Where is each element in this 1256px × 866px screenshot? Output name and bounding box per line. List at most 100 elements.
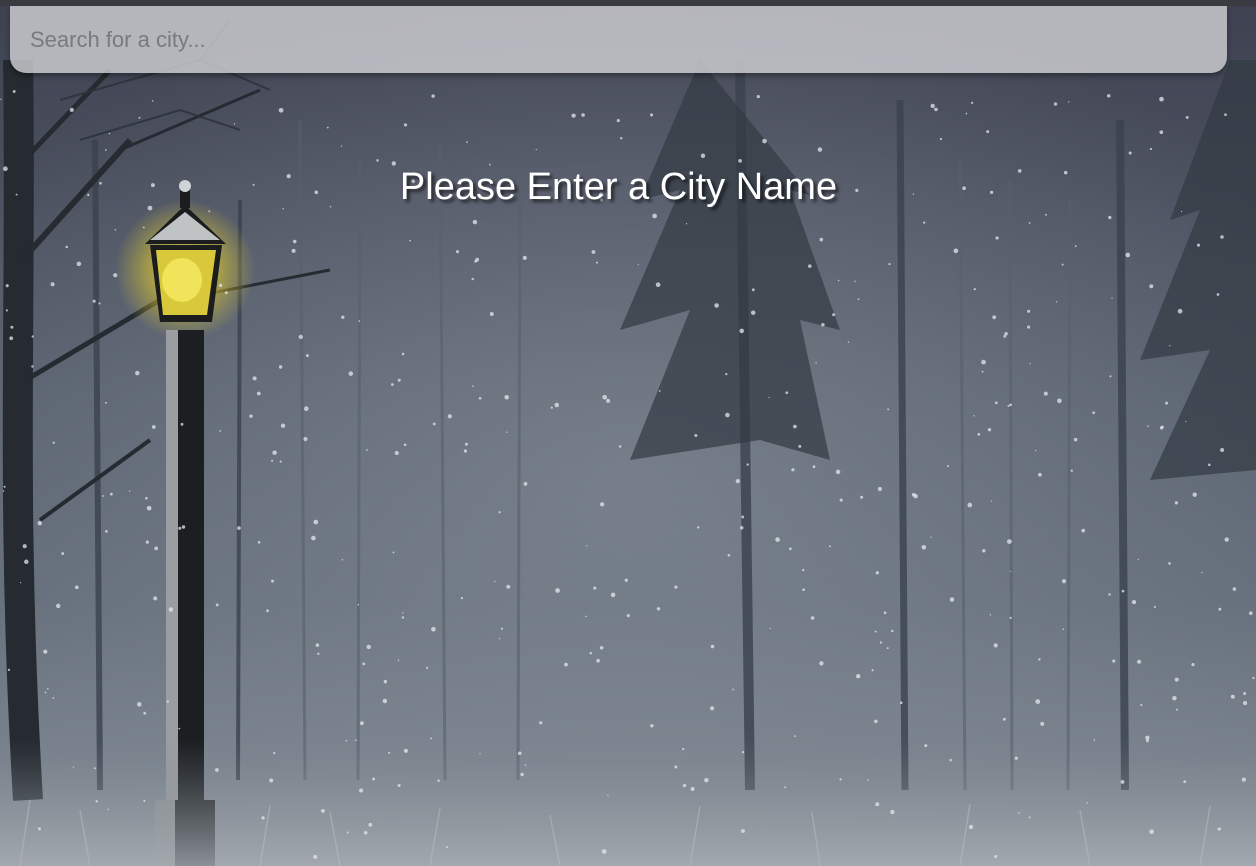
snowflake <box>987 428 992 432</box>
snowflake <box>1009 570 1012 572</box>
snowflake <box>879 641 883 644</box>
snowflake <box>460 597 463 600</box>
snowflake <box>279 460 282 463</box>
snowflake <box>311 535 316 541</box>
snowflake <box>837 279 840 282</box>
snowflake <box>391 383 394 386</box>
snowflake <box>1185 115 1189 119</box>
snowflake <box>618 445 622 448</box>
snowflake <box>1081 528 1086 533</box>
snowflake <box>1073 437 1078 442</box>
snowflake <box>31 335 34 338</box>
snowflake <box>1168 562 1171 565</box>
snowflake <box>1004 331 1008 336</box>
snowflake <box>298 334 303 340</box>
snowflake <box>128 490 131 492</box>
snowflake <box>599 646 604 650</box>
snowflake <box>498 638 501 640</box>
snowflake <box>153 596 158 601</box>
city-search-input[interactable] <box>10 6 1227 73</box>
snowflake <box>269 778 274 783</box>
snowflake <box>249 414 253 418</box>
snowflake <box>358 320 361 322</box>
snowflake <box>1074 245 1077 248</box>
snowflake <box>55 603 61 609</box>
snowflake <box>437 779 440 782</box>
snowflake <box>971 101 974 104</box>
snowflake <box>22 544 27 549</box>
snowflake <box>1121 589 1125 593</box>
snowflake <box>725 372 728 376</box>
snowflake <box>391 161 396 166</box>
snowflake <box>808 264 812 268</box>
snowflake <box>857 298 860 301</box>
snowflake <box>474 260 477 263</box>
snowflake <box>69 107 74 113</box>
snowflake <box>135 370 140 376</box>
snowflake <box>798 444 802 448</box>
snowflake <box>875 802 880 807</box>
snowflake <box>271 459 274 462</box>
snowflake <box>690 787 695 791</box>
snowflake <box>137 702 142 707</box>
snowflake <box>1007 405 1010 407</box>
snowflake <box>1176 708 1178 711</box>
snowflake <box>1108 215 1112 220</box>
snowflake <box>113 273 118 278</box>
snowflake <box>1027 309 1031 313</box>
snowflake <box>741 750 745 754</box>
snowflake <box>883 611 887 615</box>
snowflake <box>0 98 2 101</box>
snowflake <box>555 588 560 593</box>
snowflake <box>934 107 938 112</box>
snowflake <box>727 553 731 557</box>
snowflake <box>1053 102 1058 106</box>
snowflake <box>403 123 408 127</box>
snowflake <box>939 137 942 141</box>
snowflake <box>949 758 952 762</box>
snowflake <box>1027 325 1031 329</box>
snowflake <box>791 468 795 472</box>
snowflake <box>732 688 735 691</box>
snowflake <box>1061 579 1067 584</box>
snowflake <box>107 808 110 811</box>
snowflake <box>1217 827 1221 831</box>
snowflake <box>383 679 388 684</box>
snowflake <box>102 495 104 497</box>
snowflake <box>218 283 223 288</box>
snowflake <box>1220 235 1224 239</box>
snowflake <box>105 530 108 533</box>
snowflake <box>257 541 261 544</box>
snowflake <box>607 794 609 797</box>
snowflake <box>357 603 360 606</box>
snowflake <box>382 698 388 704</box>
snowflake <box>1093 739 1096 741</box>
snowflake <box>237 526 241 530</box>
snowflake <box>877 486 882 492</box>
snowflake <box>581 113 585 117</box>
snowflake <box>93 767 96 770</box>
snowflake <box>224 291 228 295</box>
snowflake <box>995 236 999 240</box>
snowflake <box>854 280 856 283</box>
snowflake <box>685 223 688 225</box>
snowflake <box>50 282 55 287</box>
snowflake <box>802 588 805 592</box>
snowflake <box>463 449 468 453</box>
snowflake <box>1192 492 1197 497</box>
snowflake <box>682 783 687 788</box>
snowflake <box>762 138 767 144</box>
snowflake <box>1218 607 1222 611</box>
snowflake <box>821 322 825 327</box>
snowflake <box>965 112 968 115</box>
snowflake <box>1070 469 1073 472</box>
snowflake <box>785 391 789 395</box>
snowflake <box>1040 721 1045 726</box>
snowflake <box>616 119 620 123</box>
snowflake <box>924 744 928 748</box>
snowflake <box>494 580 496 583</box>
snowflake <box>994 855 998 858</box>
snowflake <box>1183 780 1187 784</box>
snowflake <box>145 540 149 544</box>
snowflake <box>1125 252 1131 258</box>
